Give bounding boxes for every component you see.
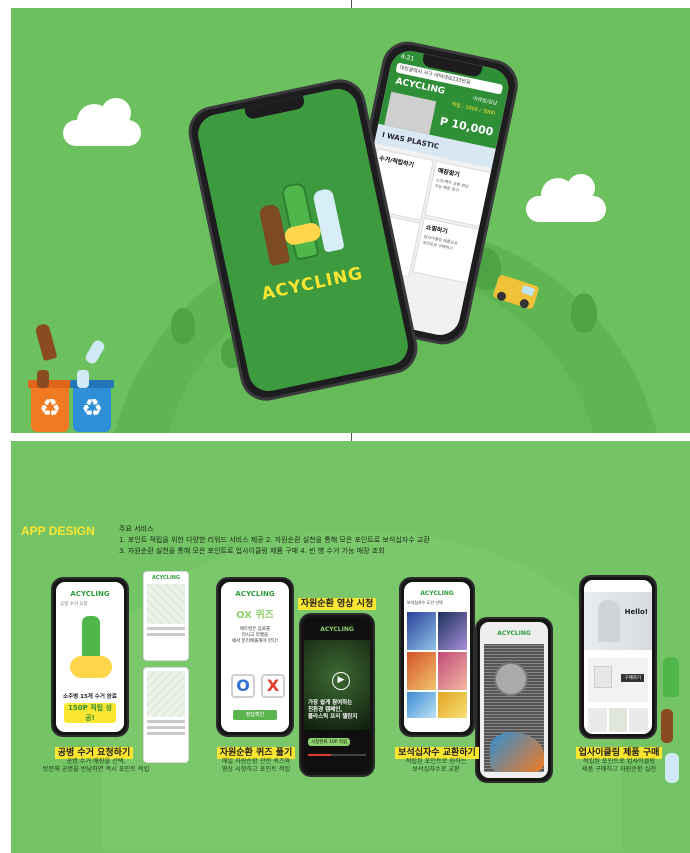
points-balance: P 10,000 (438, 114, 495, 139)
success-badge: 150P 적립 성공! (64, 703, 116, 723)
gem-grid[interactable] (407, 612, 467, 718)
splash-logo: ACYCLING (259, 263, 365, 305)
blue-recycle-bin-icon: ♻ (70, 380, 114, 432)
quiz-o-button[interactable]: O (231, 674, 255, 698)
screen-upcycling-shop: Hello! 구매하기 (579, 575, 657, 739)
screen-ox-quiz: ACYCLING OX 퀴즈 페트병은 음료를 마시고 라벨을 떼서 분리배출해… (216, 577, 294, 737)
buy-button[interactable]: 구매하기 (621, 674, 644, 682)
mascot-bottles-illustration (250, 171, 352, 273)
feature-title-quiz: 자원순환 퀴즈 풀기 (201, 745, 311, 759)
watch-complete-pill: 시청완료 10P 적립 (308, 738, 351, 746)
status-time: 4:21 (400, 53, 415, 63)
section-heading: APP DESIGN (21, 524, 95, 538)
feature-desc-gems: 적립된 포인트로 원하는 보석십자수로 교환 (405, 758, 467, 773)
hero-panel: ♻ ♻ 4:21 대전광역시 서구 대덕대로233번길 ACYCLING 아큐멍… (11, 8, 690, 433)
bottle-character-icon (34, 322, 58, 362)
menu-find-store[interactable]: 매장찾기 소주/맥주 공병 반납 가능 매장 찾기 (424, 160, 493, 228)
product-bag[interactable] (594, 666, 612, 688)
feature-title-shop: 업사이클링 제품 구매 (569, 745, 669, 759)
app-design-panel: APP DESIGN 주요 서비스 1. 포인트 적립을 위한 다양한 리워드 … (11, 441, 690, 853)
play-icon[interactable]: ▶ (332, 672, 350, 690)
store-map-card[interactable]: ACYCLING (143, 571, 189, 661)
feature-title-collect: 공병 수거 요청하기 (39, 745, 149, 759)
quiz-submit-button[interactable]: 정답확인 (233, 710, 277, 720)
menu-shopping[interactable]: 쇼핑하기 업사이클링 제품으로 포인트로 구매하기 (412, 217, 481, 285)
feature-desc-shop: 적립된 포인트로 업사이클링 제품 구매하고 자원순환 실천 (581, 758, 657, 773)
feature-title-gems: 보석십자수 교환하기 (387, 745, 487, 759)
screen-gem-painting: ACYCLING 보석십자수 도안 선택 (399, 577, 475, 737)
services-title: 주요 서비스 (119, 525, 154, 533)
screen-collect-request: ACYCLING 공병 수거 요청 소주병 15개 수거 완료 150P 적립 … (51, 577, 129, 737)
orange-recycle-bin-icon: ♻ (28, 380, 72, 432)
feature-title-video: 자원순환 영상 시청 (297, 596, 377, 610)
tree-icon (171, 308, 195, 344)
service-line-1: 1. 포인트 적립을 위한 다양한 리워드 서비스 제공 2. 자원순환 실천을… (119, 536, 430, 544)
bottle-character-icon (663, 657, 679, 697)
service-line-2: 3. 자원순환 실천을 통해 모은 포인트로 업사이클링 제품 구매 4. 빈 … (119, 547, 385, 555)
quiz-x-button[interactable]: X (261, 674, 285, 698)
screen-video-watch: ACYCLING ▶ 가장 쉽게 참여하는 친환경 캠페인, 플라스틱 프리 챌… (299, 613, 375, 777)
feature-desc-collect: 공병 수거 매장을 선택, 방문해 공병을 반납하면 즉시 포인트 적립 (42, 758, 150, 773)
store-list-card[interactable] (143, 667, 189, 763)
